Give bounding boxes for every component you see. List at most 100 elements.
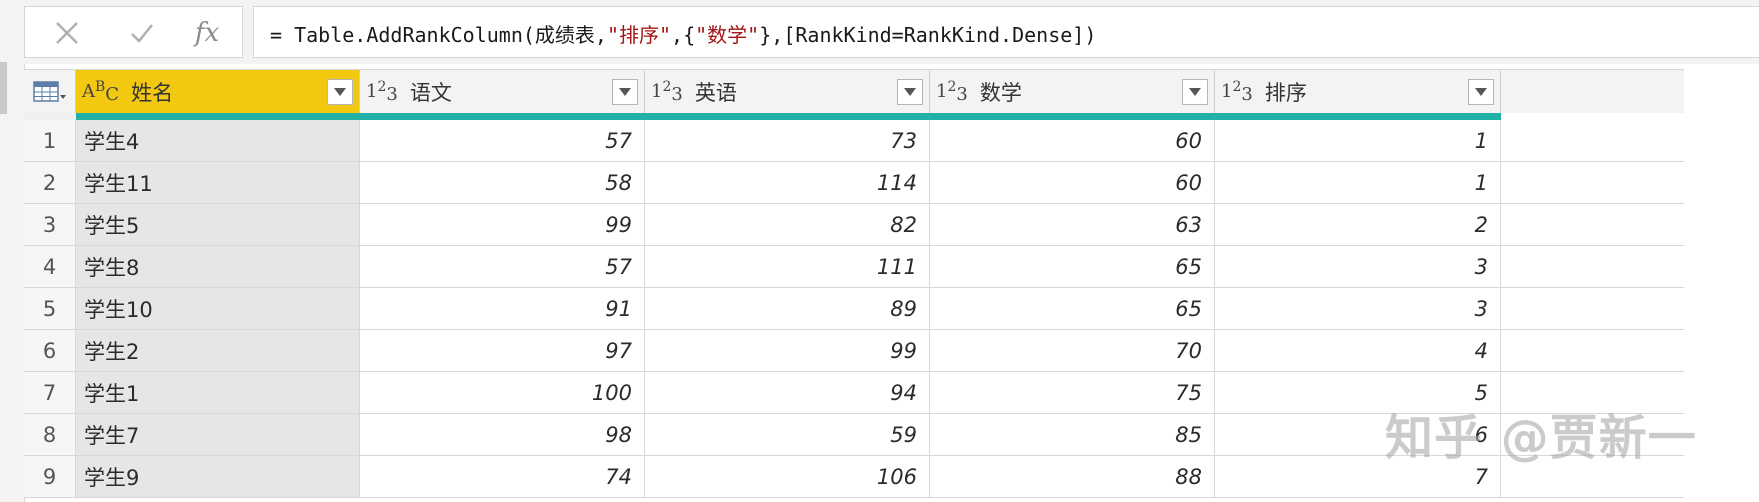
row-number[interactable]: 4 xyxy=(24,246,76,287)
filter-dropdown-button[interactable] xyxy=(897,79,923,105)
cell-yingyu[interactable]: 114 xyxy=(645,162,930,203)
cell-name[interactable]: 学生11 xyxy=(76,162,360,203)
cell-yuwen[interactable]: 91 xyxy=(360,288,645,329)
table-row[interactable]: 2 学生11 58 114 60 1 xyxy=(24,162,1684,204)
row-number[interactable]: 2 xyxy=(24,162,76,203)
fx-icon[interactable]: fx xyxy=(187,15,227,51)
cell-name[interactable]: 学生8 xyxy=(76,246,360,287)
filter-dropdown-button[interactable] xyxy=(612,79,638,105)
row-number[interactable]: 8 xyxy=(24,414,76,455)
column-header-row: ABC 姓名 123 语文 123 英语 123 数学 123 排序 xyxy=(24,69,1684,113)
cell-name[interactable]: 学生5 xyxy=(76,204,360,245)
cell-yuwen[interactable]: 58 xyxy=(360,162,645,203)
cell-shuxue[interactable]: 75 xyxy=(930,372,1215,413)
cell-paixu[interactable]: 4 xyxy=(1215,330,1501,371)
column-header-name[interactable]: ABC 姓名 xyxy=(76,70,360,113)
cell-yingyu[interactable]: 73 xyxy=(645,120,930,161)
close-icon xyxy=(56,22,78,44)
row-number[interactable]: 1 xyxy=(24,120,76,161)
cell-yuwen[interactable]: 99 xyxy=(360,204,645,245)
formula-suffix: },[RankKind=RankKind.Dense]) xyxy=(759,23,1097,47)
queries-pane-collapsed[interactable] xyxy=(0,0,25,502)
cell-yingyu[interactable]: 89 xyxy=(645,288,930,329)
cell-yingyu[interactable]: 94 xyxy=(645,372,930,413)
column-header-shuxue[interactable]: 123 数学 xyxy=(930,70,1215,113)
chevron-down-icon xyxy=(1189,88,1201,96)
cell-yingyu[interactable]: 59 xyxy=(645,414,930,455)
cell-yuwen[interactable]: 57 xyxy=(360,120,645,161)
formula-input[interactable]: = Table.AddRankColumn(成绩表,"排序",{"数学"},[R… xyxy=(253,6,1759,58)
column-header-label: 语文 xyxy=(409,80,452,105)
column-header-yuwen[interactable]: 123 语文 xyxy=(360,70,645,113)
table-row[interactable]: 1 学生4 57 73 60 1 xyxy=(24,120,1684,162)
column-header-label: 数学 xyxy=(979,80,1022,105)
column-header-label: 姓名 xyxy=(131,80,174,105)
column-header-yingyu[interactable]: 123 英语 xyxy=(645,70,930,113)
cell-paixu[interactable]: 3 xyxy=(1215,246,1501,287)
cell-name[interactable]: 学生4 xyxy=(76,120,360,161)
table-menu-button[interactable] xyxy=(24,70,76,113)
number-type-icon[interactable]: 123 xyxy=(366,79,398,105)
table-row[interactable]: 4 学生8 57 111 65 3 xyxy=(24,246,1684,288)
cell-yingyu[interactable]: 106 xyxy=(645,456,930,497)
cell-paixu[interactable]: 3 xyxy=(1215,288,1501,329)
cell-yingyu[interactable]: 82 xyxy=(645,204,930,245)
formula-mid: ,{ xyxy=(671,23,696,47)
quality-bar-spacer xyxy=(24,113,76,120)
number-type-icon[interactable]: 123 xyxy=(1221,79,1253,105)
commit-formula-button[interactable] xyxy=(122,15,162,51)
cell-yuwen[interactable]: 97 xyxy=(360,330,645,371)
table-row[interactable]: 3 学生5 99 82 63 2 xyxy=(24,204,1684,246)
cell-shuxue[interactable]: 85 xyxy=(930,414,1215,455)
formula-buttons: fx xyxy=(24,6,243,58)
cell-paixu[interactable]: 1 xyxy=(1215,120,1501,161)
cancel-formula-button[interactable] xyxy=(47,15,87,51)
table-row[interactable]: 6 学生2 97 99 70 4 xyxy=(24,330,1684,372)
text-type-icon[interactable]: ABC xyxy=(82,79,119,105)
power-query-editor: fx = Table.AddRankColumn(成绩表,"排序",{"数学"}… xyxy=(0,0,1759,502)
filter-dropdown-button[interactable] xyxy=(1468,79,1494,105)
row-number[interactable]: 6 xyxy=(24,330,76,371)
table-icon xyxy=(32,80,66,102)
cell-shuxue[interactable]: 60 xyxy=(930,162,1215,203)
checkmark-icon xyxy=(131,24,153,43)
cell-name[interactable]: 学生1 xyxy=(76,372,360,413)
cell-paixu[interactable]: 2 xyxy=(1215,204,1501,245)
row-number[interactable]: 3 xyxy=(24,204,76,245)
column-header-paixu[interactable]: 123 排序 xyxy=(1215,70,1501,113)
row-number[interactable]: 9 xyxy=(24,456,76,497)
formula-bar: fx = Table.AddRankColumn(成绩表,"排序",{"数学"}… xyxy=(24,0,1759,64)
cell-shuxue[interactable]: 63 xyxy=(930,204,1215,245)
formula-string-literal: "排序" xyxy=(606,23,672,47)
cell-yuwen[interactable]: 74 xyxy=(360,456,645,497)
cell-yuwen[interactable]: 57 xyxy=(360,246,645,287)
filter-dropdown-button[interactable] xyxy=(1182,79,1208,105)
row-number[interactable]: 5 xyxy=(24,288,76,329)
cell-paixu[interactable]: 1 xyxy=(1215,162,1501,203)
filter-dropdown-button[interactable] xyxy=(327,79,353,105)
cell-name[interactable]: 学生10 xyxy=(76,288,360,329)
pane-marker xyxy=(0,62,7,114)
cell-name[interactable]: 学生7 xyxy=(76,414,360,455)
cell-shuxue[interactable]: 70 xyxy=(930,330,1215,371)
chevron-down-icon xyxy=(619,88,631,96)
number-type-icon[interactable]: 123 xyxy=(936,79,968,105)
cell-shuxue[interactable]: 88 xyxy=(930,456,1215,497)
row-number[interactable]: 7 xyxy=(24,372,76,413)
cell-name[interactable]: 学生2 xyxy=(76,330,360,371)
cell-name[interactable]: 学生9 xyxy=(76,456,360,497)
cell-shuxue[interactable]: 60 xyxy=(930,120,1215,161)
number-type-icon[interactable]: 123 xyxy=(651,79,683,105)
cell-yuwen[interactable]: 100 xyxy=(360,372,645,413)
cell-yuwen[interactable]: 98 xyxy=(360,414,645,455)
chevron-down-icon xyxy=(904,88,916,96)
chevron-down-icon xyxy=(334,88,346,96)
column-quality-bar xyxy=(76,113,1501,120)
table-row[interactable]: 5 学生10 91 89 65 3 xyxy=(24,288,1684,330)
cell-shuxue[interactable]: 65 xyxy=(930,288,1215,329)
column-header-label: 英语 xyxy=(694,80,737,105)
cell-shuxue[interactable]: 65 xyxy=(930,246,1215,287)
cell-yingyu[interactable]: 111 xyxy=(645,246,930,287)
cell-yingyu[interactable]: 99 xyxy=(645,330,930,371)
column-header-label: 排序 xyxy=(1264,80,1307,105)
